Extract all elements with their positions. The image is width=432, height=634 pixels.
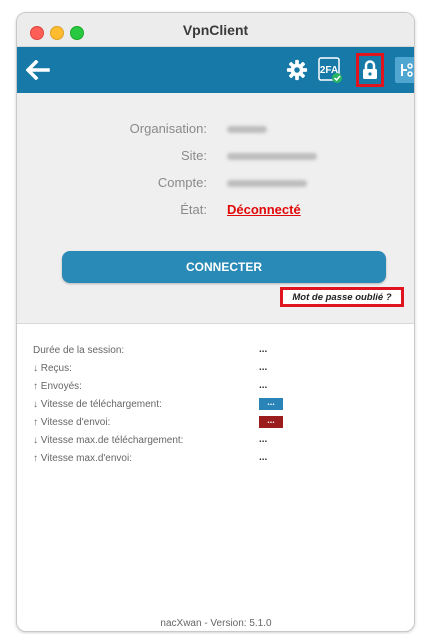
back-button[interactable] [23,47,53,93]
compte-value [227,175,307,190]
etat-label: État: [180,202,207,217]
settings-button[interactable] [282,47,312,93]
organisation-value [227,121,267,136]
window-title: VpnClient [182,22,249,38]
lock-button[interactable] [356,53,384,87]
compte-label: Compte: [157,175,207,190]
app-window: VpnClient 2FA Organisation: Site: Compte… [16,12,415,632]
etat-row: État: Déconnecté [17,202,414,222]
back-arrow-icon [26,60,50,80]
connect-button[interactable]: CONNECTER [62,251,386,283]
organisation-label: Organisation: [129,121,207,136]
site-value [227,148,317,163]
route-button[interactable] [395,57,414,83]
toolbar: 2FA [17,47,414,93]
site-label: Site: [180,148,207,163]
2fa-icon: 2FA [318,57,342,83]
route-icon [401,63,413,77]
compte-row: Compte: [17,175,414,195]
upload-speed-chip: ... [259,416,283,428]
gear-icon [286,59,308,81]
etat-value: Déconnecté [227,202,301,217]
lock-icon [363,60,377,79]
site-row: Site: [17,148,414,168]
version-footer: nacXwan - Version: 5.1.0 [160,618,272,629]
forgot-password-link[interactable]: Mot de passe oublié ? [280,287,404,307]
two-factor-button[interactable]: 2FA [315,47,345,93]
title-bar: VpnClient [17,13,414,47]
organisation-row: Organisation: [17,121,414,141]
download-speed-chip: ... [259,398,283,410]
